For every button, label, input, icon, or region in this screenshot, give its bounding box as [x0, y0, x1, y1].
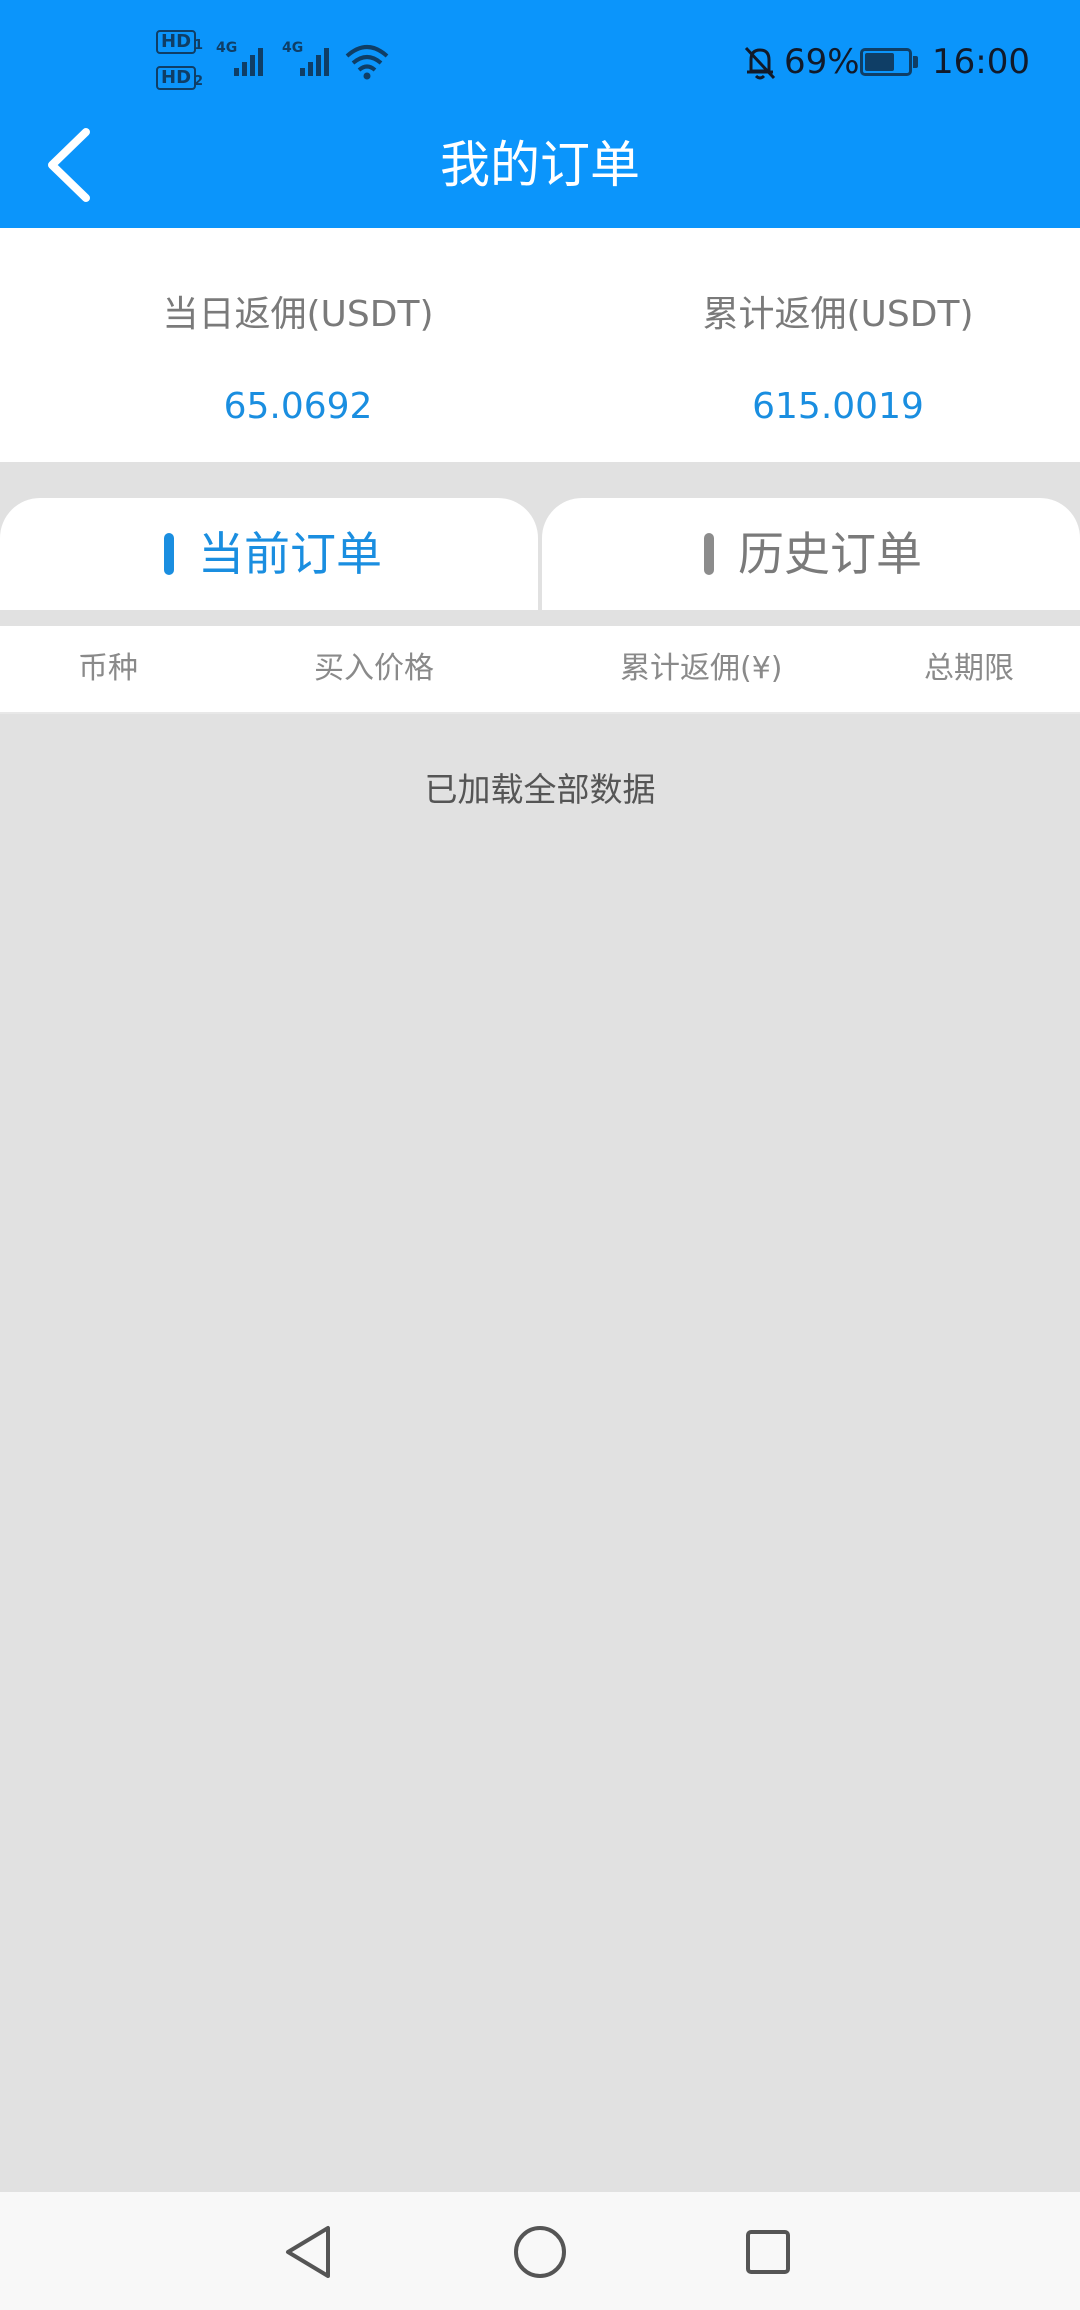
total-commission-value: 615.0019 [752, 386, 924, 427]
total-commission-label: 累计返佣(USDT) [702, 294, 974, 335]
column-header-term: 总期限 [924, 651, 1014, 686]
tab-history-orders[interactable]: 历史订单 [542, 498, 1080, 610]
back-icon [286, 2226, 330, 2278]
tab-indicator [704, 533, 714, 575]
hd-badge-2-sub: 2 [194, 74, 204, 89]
battery-percent: 69% [784, 42, 860, 82]
recents-icon [746, 2230, 790, 2274]
nav-home-button[interactable] [500, 2212, 580, 2292]
daily-commission-label: 当日返佣(USDT) [162, 294, 434, 335]
clock: 16:00 [932, 42, 1030, 82]
daily-commission: 当日返佣(USDT) 65.0692 [28, 228, 568, 462]
signal-icon [234, 48, 263, 76]
hd-badge-1: HD [156, 30, 197, 54]
tab-current-orders[interactable]: 当前订单 [0, 498, 538, 610]
bell-off-icon [744, 46, 776, 80]
page-title: 我的订单 [440, 136, 640, 194]
total-commission: 累计返佣(USDT) 615.0019 [568, 228, 1080, 462]
list-end-message: 已加载全部数据 [424, 770, 656, 809]
hd-badge-2: HD [156, 66, 197, 90]
battery-charging-icon [860, 48, 912, 76]
nav-back-button[interactable] [270, 2212, 350, 2292]
order-tabs: 当前订单 历史订单 [0, 498, 1080, 610]
wifi-icon [345, 45, 389, 80]
hd-badge-1-sub: 1 [194, 38, 204, 53]
order-table-header: 币种 买入价格 累计返佣(¥) 总期限 [0, 626, 1080, 714]
tab-label: 历史订单 [738, 527, 922, 581]
nav-recents-button[interactable] [728, 2212, 808, 2292]
commission-summary: 当日返佣(USDT) 65.0692 累计返佣(USDT) 615.0019 [0, 228, 1080, 462]
tab-indicator [164, 533, 174, 575]
battery-tip [913, 56, 918, 68]
daily-commission-value: 65.0692 [223, 386, 373, 427]
app-header: HD 1 HD 2 4G 4G 69% 16:00 我的订单 [0, 0, 1080, 228]
column-header-commission: 累计返佣(¥) [620, 651, 783, 686]
tab-label: 当前订单 [198, 527, 382, 581]
signal-icon [300, 48, 329, 76]
home-icon [514, 2226, 566, 2278]
status-bar: HD 1 HD 2 4G 4G 69% 16:00 [0, 0, 1080, 120]
system-nav-bar [0, 2192, 1080, 2310]
battery-fill [865, 53, 894, 71]
column-header-buy-price: 买入价格 [314, 651, 434, 686]
column-header-currency: 币种 [78, 651, 138, 686]
